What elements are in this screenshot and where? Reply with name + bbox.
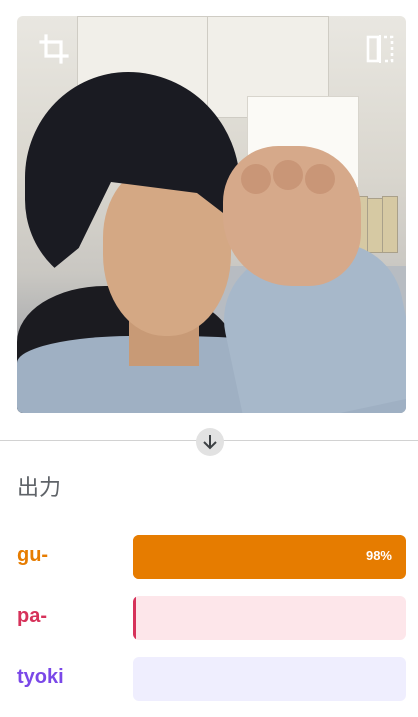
knuckle <box>273 160 303 190</box>
output-title: 出力 <box>17 476 62 501</box>
arrow-down-icon <box>196 428 224 456</box>
class-label: pa- <box>17 605 47 627</box>
class-row-tyoki: tyoki <box>17 657 406 701</box>
confidence-fill <box>133 535 401 579</box>
binder <box>382 196 398 253</box>
class-row-gu: gu- 98% <box>17 535 406 579</box>
class-row-pa: pa- <box>17 596 406 640</box>
class-label: gu- <box>17 544 49 566</box>
knuckle <box>305 164 335 194</box>
knuckle <box>241 164 271 194</box>
confidence-bar: 98% <box>133 535 406 579</box>
fist <box>223 146 361 286</box>
webcam-preview <box>17 16 406 413</box>
confidence-bar <box>133 657 406 701</box>
class-label: tyoki <box>17 666 64 688</box>
crop-icon[interactable] <box>37 32 71 66</box>
flip-icon[interactable] <box>363 32 397 66</box>
binder <box>367 198 383 253</box>
confidence-percent: 98% <box>365 548 392 563</box>
confidence-fill <box>133 596 136 640</box>
confidence-bar <box>133 596 406 640</box>
